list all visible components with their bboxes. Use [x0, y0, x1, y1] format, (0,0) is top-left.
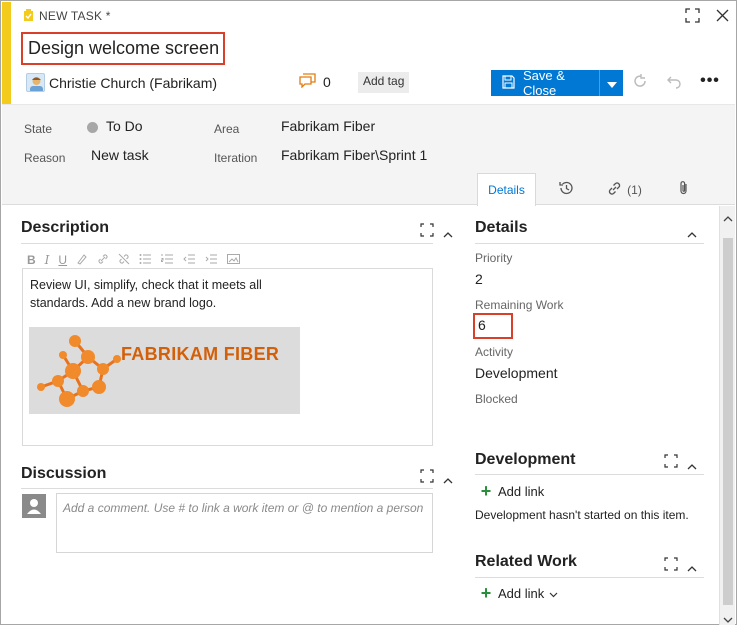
add-link-label: Add link: [498, 586, 545, 601]
save-icon: [501, 74, 516, 92]
related-work-add-link[interactable]: + Add link: [479, 583, 558, 603]
reason-label: Reason: [24, 151, 66, 165]
work-item-tabs: Details (1): [477, 173, 713, 206]
reason-dropdown[interactable]: New task: [91, 147, 149, 163]
fabrikam-logo-image: FABRIKAM FIBER: [29, 327, 300, 414]
tab-details[interactable]: Details: [477, 173, 536, 206]
tab-attachments[interactable]: [654, 173, 713, 206]
comment-icon: [299, 73, 316, 91]
logo-wordmark: FABRIKAM FIBER: [121, 344, 280, 364]
tab-links[interactable]: (1): [595, 173, 654, 206]
discussion-divider: [21, 488, 433, 489]
rich-text-toolbar: B I U: [27, 252, 241, 268]
iteration-label: Iteration: [214, 151, 258, 165]
work-item-type-label: NEW TASK *: [39, 9, 111, 23]
description-heading: Description: [21, 219, 110, 236]
bold-icon[interactable]: B: [27, 253, 36, 267]
priority-label: Priority: [475, 251, 513, 265]
form-scrollbar[interactable]: [719, 206, 735, 625]
work-item-type-accent: [2, 2, 11, 104]
undo-icon[interactable]: [665, 72, 683, 90]
unlink-icon[interactable]: [118, 253, 130, 268]
state-label: State: [24, 122, 53, 136]
activity-field[interactable]: Development: [475, 365, 558, 381]
more-actions-icon[interactable]: •••: [700, 72, 719, 90]
development-heading: Development: [475, 451, 576, 468]
save-close-button[interactable]: Save & Close: [491, 68, 623, 98]
increase-indent-icon[interactable]: [205, 253, 218, 268]
paperclip-icon: [678, 180, 690, 199]
details-divider: [475, 243, 704, 244]
refresh-icon[interactable]: [631, 72, 649, 90]
chevron-up-icon[interactable]: [443, 226, 453, 241]
state-color-dot: [87, 122, 98, 133]
expand-description-icon[interactable]: [420, 223, 434, 240]
scrollbar-thumb[interactable]: [723, 238, 733, 605]
work-item-fields: State To Do Reason New task Area Fabrika…: [2, 104, 735, 206]
decrease-indent-icon[interactable]: [183, 253, 196, 268]
iteration-dropdown[interactable]: Fabrikam Fiber\Sprint 1: [281, 147, 427, 163]
chevron-up-icon[interactable]: [687, 226, 697, 241]
insert-image-icon[interactable]: [227, 253, 241, 268]
state-dropdown[interactable]: To Do: [106, 118, 143, 134]
assigned-to[interactable]: Christie Church (Fabrikam): [49, 75, 217, 91]
remaining-work-field[interactable]: 6: [473, 313, 513, 339]
details-heading: Details: [475, 219, 528, 236]
work-item-header: NEW TASK * Design welcome screen Christi…: [11, 2, 735, 104]
activity-label: Activity: [475, 345, 514, 359]
maximize-icon[interactable]: [685, 8, 700, 26]
highlight-icon[interactable]: [76, 253, 88, 268]
tab-history[interactable]: [536, 173, 595, 206]
priority-field[interactable]: 2: [475, 271, 483, 287]
comment-count-value: 0: [323, 74, 331, 90]
close-icon[interactable]: [715, 8, 730, 26]
area-dropdown[interactable]: Fabrikam Fiber: [281, 118, 375, 134]
chevron-up-icon[interactable]: [687, 560, 697, 575]
chevron-down-icon: [549, 586, 558, 601]
chevron-up-icon[interactable]: [687, 458, 697, 473]
related-work-heading: Related Work: [475, 553, 577, 570]
scroll-down-icon[interactable]: [723, 612, 733, 625]
work-item-form: Description B I U Review UI, simplify, c…: [2, 206, 721, 625]
development-add-link[interactable]: + Add link: [479, 481, 545, 501]
area-label: Area: [214, 122, 240, 136]
save-options-dropdown[interactable]: [599, 70, 623, 96]
numbered-list-icon[interactable]: [161, 253, 174, 268]
development-divider: [475, 474, 704, 475]
expand-development-icon[interactable]: [664, 454, 678, 471]
bulleted-list-icon[interactable]: [139, 253, 152, 268]
add-tag-button[interactable]: Add tag: [358, 72, 410, 93]
plus-icon: +: [480, 481, 492, 501]
link-icon: [607, 181, 622, 199]
tab-details-label: Details: [488, 183, 525, 197]
avatar: [26, 73, 45, 92]
development-status: Development hasn't started on this item.: [475, 508, 689, 522]
work-item-title-input[interactable]: Design welcome screen: [21, 32, 225, 65]
save-close-label: Save & Close: [523, 68, 565, 98]
chevron-up-icon[interactable]: [443, 472, 453, 487]
task-icon: [23, 9, 34, 22]
link-icon[interactable]: [97, 253, 109, 268]
tab-links-count: (1): [627, 182, 642, 197]
remaining-work-label: Remaining Work: [475, 298, 564, 312]
user-placeholder-avatar: [22, 494, 46, 518]
comment-input[interactable]: Add a comment. Use # to link a work item…: [56, 493, 433, 553]
add-link-label: Add link: [498, 484, 545, 499]
related-work-divider: [475, 577, 704, 578]
comment-count[interactable]: 0: [299, 73, 331, 91]
description-divider: [21, 243, 433, 244]
history-icon: [558, 180, 574, 199]
underline-icon[interactable]: U: [58, 253, 67, 267]
blocked-label: Blocked: [475, 392, 518, 406]
molecule-logo-icon: [37, 335, 121, 407]
discussion-heading: Discussion: [21, 465, 107, 482]
chevron-down-icon: [606, 76, 617, 91]
italic-icon[interactable]: I: [45, 253, 50, 267]
scroll-up-icon[interactable]: [723, 210, 733, 225]
expand-related-work-icon[interactable]: [664, 557, 678, 574]
description-text: Review UI, simplify, check that it meets…: [30, 278, 262, 310]
expand-discussion-icon[interactable]: [420, 469, 434, 486]
plus-icon: +: [480, 583, 492, 603]
work-item-window: NEW TASK * Design welcome screen Christi…: [0, 0, 737, 625]
